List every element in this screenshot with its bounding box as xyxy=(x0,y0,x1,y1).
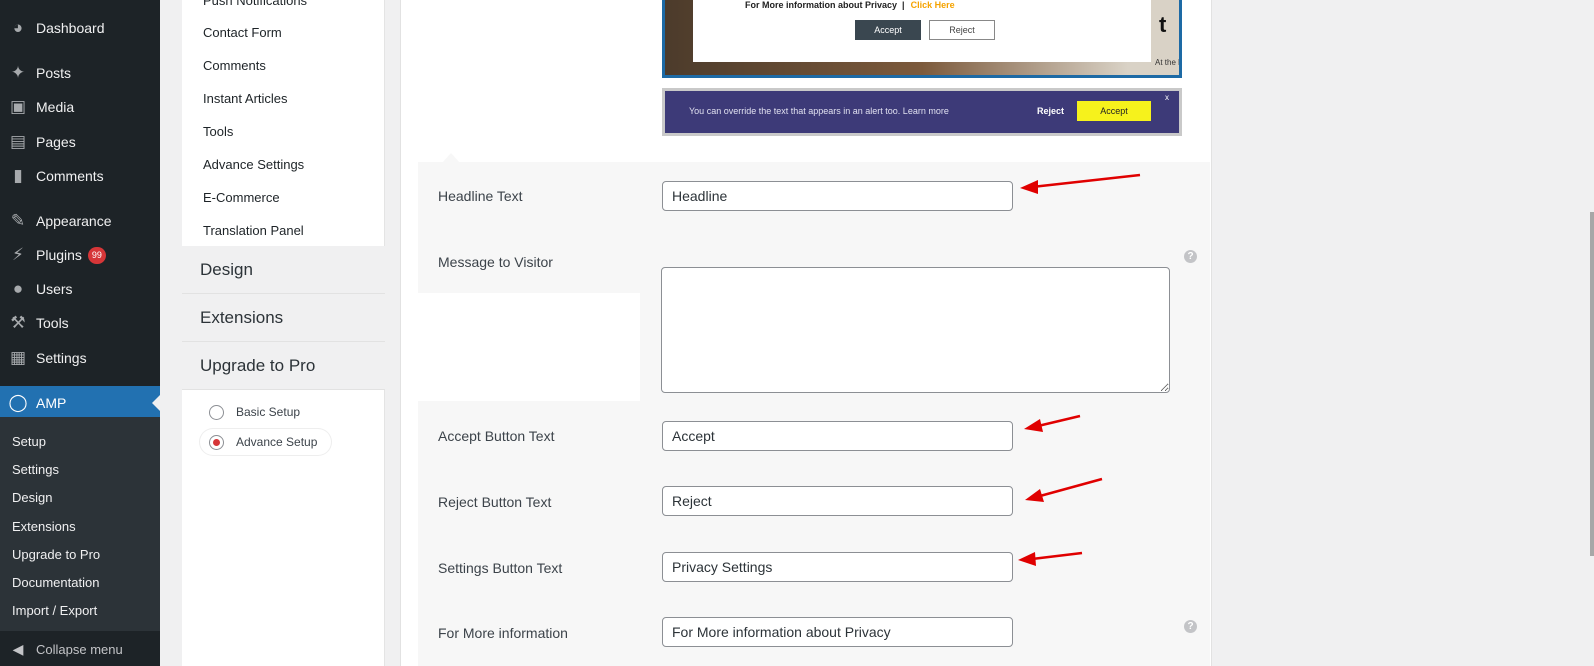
menu-label: AMP xyxy=(36,395,67,411)
submenu-setup[interactable]: Setup xyxy=(12,434,46,449)
settings-button-text-input[interactable] xyxy=(662,552,1013,582)
popup-info-text: For More information about Privacy | Clic… xyxy=(745,0,955,10)
nav-advance-settings[interactable]: Advance Settings xyxy=(203,157,304,172)
submenu-extensions[interactable]: Extensions xyxy=(12,519,76,534)
bar-close-icon: x xyxy=(1165,93,1169,102)
help-icon[interactable]: ? xyxy=(1184,620,1197,633)
bar-accept-button: Accept xyxy=(1077,101,1151,121)
accept-label: Accept Button Text xyxy=(438,428,555,444)
more-info-input[interactable] xyxy=(662,617,1013,647)
menu-label: Tools xyxy=(36,315,69,331)
brush-icon: ✎ xyxy=(10,211,26,230)
section-upgrade-to-pro[interactable]: Upgrade to Pro xyxy=(182,342,385,390)
accept-button-text-input[interactable] xyxy=(662,421,1013,451)
submenu-settings[interactable]: Settings xyxy=(12,462,59,477)
menu-label: Plugins xyxy=(36,247,82,263)
label-column-gap xyxy=(418,293,640,401)
popup-accept-button: Accept xyxy=(855,20,921,40)
menu-label: Dashboard xyxy=(36,20,105,36)
menu-label: Settings xyxy=(36,350,87,366)
section-extensions[interactable]: Extensions xyxy=(182,294,385,342)
section-design[interactable]: Design xyxy=(182,246,385,294)
menu-label: Pages xyxy=(36,134,76,150)
wrench-icon: ⚒ xyxy=(10,313,26,332)
nav-instant-articles[interactable]: Instant Articles xyxy=(203,91,288,106)
menu-media[interactable]: ▣ Media xyxy=(0,91,160,123)
sliders-icon: ▦ xyxy=(9,348,27,367)
radio-advance-setup[interactable]: Advance Setup xyxy=(200,429,332,455)
bar-preview-image: You can override the text that appears i… xyxy=(662,88,1182,136)
menu-users[interactable]: ● Users xyxy=(0,273,160,305)
nav-contact-form[interactable]: Contact Form xyxy=(203,25,282,40)
menu-label: Posts xyxy=(36,65,72,81)
menu-settings[interactable]: ▦ Settings xyxy=(0,342,160,374)
menu-tools[interactable]: ⚒ Tools xyxy=(0,307,160,339)
popup-reject-button: Reject xyxy=(929,20,995,40)
submenu-design[interactable]: Design xyxy=(12,490,52,505)
pages-icon: ▤ xyxy=(9,132,27,151)
menu-label: Comments xyxy=(36,168,104,184)
radio-circle-selected[interactable] xyxy=(209,434,224,450)
menu-plugins[interactable]: ⚡ Plugins 99 xyxy=(0,239,160,271)
menu-pages[interactable]: ▤ Pages xyxy=(0,126,160,158)
nav-ecommerce[interactable]: E-Commerce xyxy=(203,190,280,205)
amp-submenu: Setup Settings Design Extensions Upgrade… xyxy=(0,417,160,631)
collapse-menu-button[interactable]: ◀ Collapse menu xyxy=(0,634,160,664)
collapse-arrow-icon: ◀ xyxy=(12,640,24,657)
update-count-badge: 99 xyxy=(87,246,106,264)
reject-button-text-input[interactable] xyxy=(662,486,1013,516)
menu-appearance[interactable]: ✎ Appearance xyxy=(0,205,160,237)
popup-click-here-link: Click Here xyxy=(910,0,955,10)
form-area xyxy=(418,162,1210,666)
popup-side-letter: t xyxy=(1159,12,1167,37)
bar-message: You can override the text that appears i… xyxy=(689,106,949,116)
headline-input[interactable] xyxy=(662,181,1013,211)
nav-translation-panel[interactable]: Translation Panel xyxy=(203,223,304,238)
menu-label: Media xyxy=(36,99,75,115)
bar-inner: You can override the text that appears i… xyxy=(665,91,1179,133)
submenu-documentation[interactable]: Documentation xyxy=(12,575,99,590)
plugin-icon: ⚡ xyxy=(12,245,24,264)
submenu-import-export[interactable]: Import / Export xyxy=(12,603,97,618)
admin-sidebar: ◕ Dashboard ✦ Posts ▣ Media ▤ Pages ▮ Co… xyxy=(0,0,160,666)
menu-posts[interactable]: ✦ Posts xyxy=(0,57,160,89)
radio-basic-setup[interactable]: Basic Setup xyxy=(200,399,314,425)
radio-label: Basic Setup xyxy=(236,405,301,419)
help-icon[interactable]: ? xyxy=(1184,250,1197,263)
amp-bolt-icon: ◯ xyxy=(8,393,28,412)
comment-icon: ▮ xyxy=(13,166,23,185)
settings-nav: Push Notifications Contact Form Comments… xyxy=(182,0,385,666)
nav-tools[interactable]: Tools xyxy=(203,124,233,139)
media-icon: ▣ xyxy=(9,97,27,116)
radio-circle[interactable] xyxy=(209,404,224,420)
bar-reject-button: Reject xyxy=(1037,106,1065,116)
message-label: Message to Visitor xyxy=(438,254,553,270)
more-info-label: For More information xyxy=(438,625,568,641)
headline-label: Headline Text xyxy=(438,188,523,204)
popup-preview-image: For More information about Privacy | Clic… xyxy=(662,0,1182,78)
submenu-upgrade[interactable]: Upgrade to Pro xyxy=(12,547,100,562)
message-textarea[interactable] xyxy=(661,267,1170,393)
nav-comments[interactable]: Comments xyxy=(203,58,266,73)
settings-label: Settings Button Text xyxy=(438,560,563,576)
user-icon: ● xyxy=(12,279,24,298)
collapse-label: Collapse menu xyxy=(36,641,123,657)
dashboard-icon: ◕ xyxy=(12,18,24,37)
popup-card: For More information about Privacy | Clic… xyxy=(693,0,1151,62)
nav-push-notifications[interactable]: Push Notifications xyxy=(203,0,307,8)
pin-icon: ✦ xyxy=(10,63,26,82)
menu-dashboard[interactable]: ◕ Dashboard xyxy=(0,12,160,44)
menu-label: Appearance xyxy=(36,213,112,229)
radio-label: Advance Setup xyxy=(236,435,318,449)
scrollbar-thumb[interactable] xyxy=(1590,212,1594,556)
reject-label: Reject Button Text xyxy=(438,494,552,510)
menu-amp[interactable]: ◯ AMP xyxy=(0,386,160,420)
menu-comments[interactable]: ▮ Comments xyxy=(0,160,160,192)
menu-label: Users xyxy=(36,281,73,297)
popup-side-text: At the height of America's odd xyxy=(1155,58,1179,67)
